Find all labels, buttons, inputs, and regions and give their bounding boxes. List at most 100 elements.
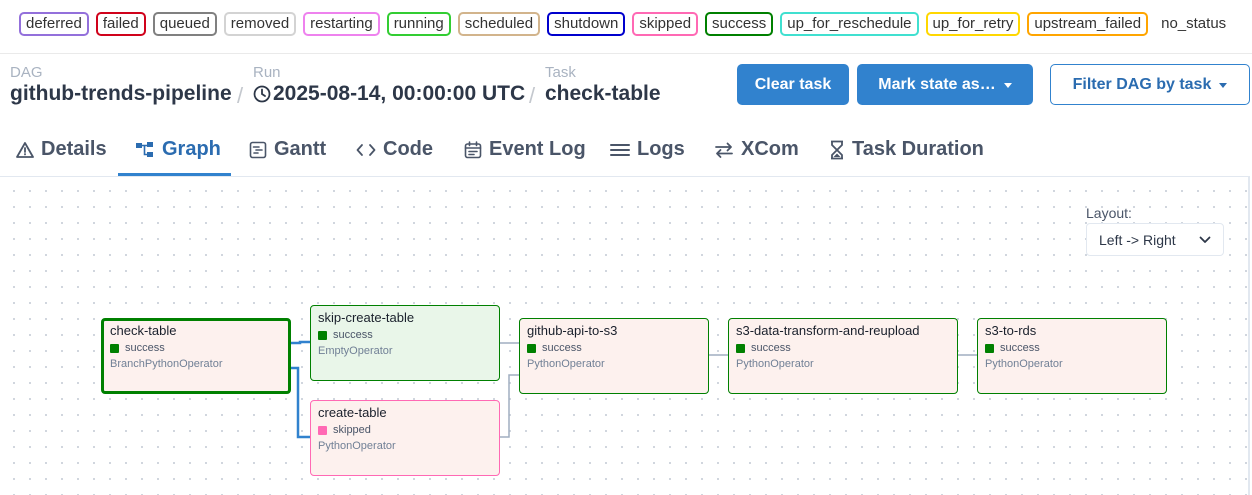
code-icon [356,143,376,156]
legend-success[interactable]: success [705,12,774,36]
breadcrumb-task-value[interactable]: check-table [545,82,661,106]
task-node-name: check-table [110,323,177,338]
task-node-operator: PythonOperator [318,440,396,452]
task-node-state-label: success [1000,342,1040,354]
breadcrumb-run-row: 2025-08-14, 00:00:00 UTC [253,82,525,106]
state-square-icon [736,343,745,353]
task-node-skip-create-table[interactable]: skip-create-table success EmptyOperator [310,305,500,381]
mark-state-button[interactable]: Mark state as… [857,64,1033,105]
state-square-icon [318,330,327,340]
task-node-operator: EmptyOperator [318,345,393,357]
task-node-state: success [110,341,282,355]
task-node-state-label: success [125,342,165,354]
tab-event-log[interactable]: Event Log [464,130,586,177]
task-node-name: s3-data-transform-and-reupload [736,323,920,338]
legend-running[interactable]: running [386,12,451,36]
tab-code[interactable]: Code [356,130,433,177]
task-node-state: success [736,341,950,355]
task-node-github-api-to-s3[interactable]: github-api-to-s3 success PythonOperator [519,318,709,394]
hourglass-icon [831,140,843,159]
task-node-create-table[interactable]: create-table skipped PythonOperator [310,400,500,476]
legend-skipped[interactable]: skipped [632,12,699,36]
tab-gantt-label: Gantt [274,138,327,160]
tab-event-log-label: Event Log [489,138,586,160]
state-square-icon [527,343,536,353]
task-node-operator: PythonOperator [736,358,814,370]
breadcrumb-dag[interactable]: DAG github-trends-pipeline [10,64,232,106]
breadcrumb-task-label: Task [545,64,576,81]
arrows-exchange-icon [715,142,733,158]
legend-scheduled[interactable]: scheduled [457,12,541,36]
breadcrumb-task[interactable]: Task check-table [545,64,661,106]
legend-removed[interactable]: removed [223,12,297,36]
legend-upstream-failed[interactable]: upstream_failed [1027,12,1149,36]
breadcrumb-separator: / [529,83,536,108]
tab-details[interactable]: Details [16,130,107,177]
state-square-icon [985,343,994,353]
tab-graph[interactable]: Graph [135,130,221,177]
gantt-icon [249,141,267,158]
state-square-icon [110,343,119,353]
task-node-state-label: success [542,342,582,354]
legend-deferred[interactable]: deferred [19,12,89,36]
task-node-operator: BranchPythonOperator [110,358,223,370]
task-node-operator: PythonOperator [527,358,605,370]
breadcrumb-run-value[interactable]: 2025-08-14, 00:00:00 UTC [273,82,525,106]
calendar-icon [464,140,482,158]
breadcrumb-run-label: Run [253,64,281,81]
task-node-name: s3-to-rds [985,323,1037,338]
tab-code-label: Code [383,138,433,160]
clear-task-label: Clear task [754,75,832,93]
tab-graph-label: Graph [162,138,221,160]
tab-task-duration-label: Task Duration [852,138,984,160]
state-square-icon [318,425,327,435]
task-node-state: success [318,328,492,342]
task-node-name: create-table [318,405,387,420]
breadcrumb-separator: / [237,83,244,108]
tab-xcom-label: XCom [741,138,799,160]
task-node-state: success [985,341,1159,355]
task-node-state-label: success [751,342,791,354]
layout-select[interactable]: Left -> Right [1086,223,1224,256]
tab-logs[interactable]: Logs [610,130,685,177]
task-node-name: github-api-to-s3 [527,323,618,338]
legend-no-status[interactable]: no_status [1155,12,1233,36]
task-tabs: Details Graph Gantt Code Event Log Logs … [0,130,1252,177]
chevron-down-icon [1199,236,1211,243]
mark-state-label: Mark state as… [878,75,996,93]
layout-select-value: Left -> Right [1099,231,1176,248]
breadcrumb-run[interactable]: Run 2025-08-14, 00:00:00 UTC [253,64,525,106]
task-node-operator: PythonOperator [985,358,1063,370]
chevron-down-icon [1003,83,1012,88]
tab-details-label: Details [41,138,107,160]
task-node-s3-to-rds[interactable]: s3-to-rds success PythonOperator [977,318,1167,394]
task-node-state-label: skipped [333,424,371,436]
task-node-name: skip-create-table [318,310,415,325]
task-node-state-label: success [333,329,373,341]
breadcrumb-dag-value[interactable]: github-trends-pipeline [10,82,232,106]
legend-failed[interactable]: failed [95,12,146,36]
filter-dag-button[interactable]: Filter DAG by task [1050,64,1250,105]
filter-dag-label: Filter DAG by task [1072,75,1212,93]
warning-triangle-icon [16,141,34,158]
graph-icon [136,141,153,157]
tab-logs-label: Logs [637,138,685,160]
task-node-state: success [527,341,701,355]
list-lines-icon [610,143,630,156]
legend-shutdown[interactable]: shutdown [547,12,626,36]
tab-xcom[interactable]: XCom [714,130,799,177]
breadcrumb-dag-label: DAG [10,64,43,81]
clock-icon [253,85,271,103]
task-node-check-table[interactable]: check-table success BranchPythonOperator [101,318,291,394]
clear-task-button[interactable]: Clear task [737,64,849,105]
legend-restarting[interactable]: restarting [303,12,380,36]
legend-queued[interactable]: queued [152,12,217,36]
tab-gantt[interactable]: Gantt [249,130,326,177]
task-node-s3-data-transform-and-reupload[interactable]: s3-data-transform-and-reupload success P… [728,318,958,394]
tab-task-duration[interactable]: Task Duration [829,130,984,177]
header-divider [0,53,1252,54]
task-node-state: skipped [318,423,492,437]
state-legend: deferred failed queued removed restartin… [19,12,1233,36]
legend-up-for-retry[interactable]: up_for_retry [925,12,1021,36]
legend-up-for-reschedule[interactable]: up_for_reschedule [780,12,919,36]
